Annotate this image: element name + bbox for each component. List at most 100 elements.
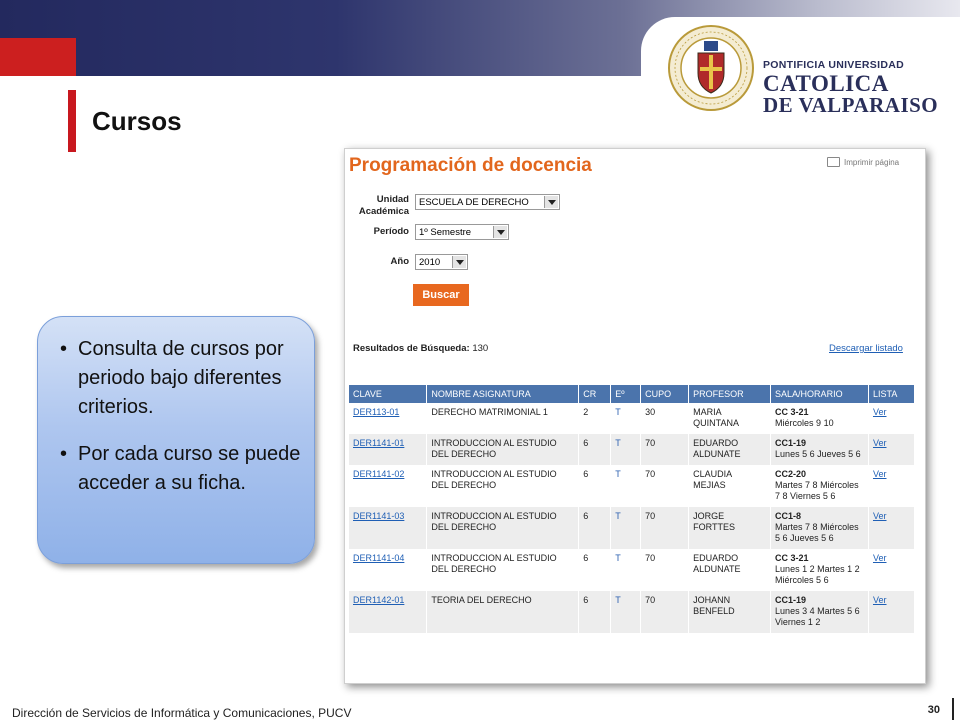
course-credits: 6 (578, 591, 612, 633)
table-row: DER1141-03 INTRODUCCION AL ESTUDIO DEL D… (349, 507, 916, 549)
course-capacity: 70 (640, 465, 690, 507)
periodo-select[interactable]: 1º Semestre (415, 224, 509, 240)
course-credits: 6 (578, 465, 612, 507)
course-schedule: CC1-19 Lunes 3 4 Martes 5 6 Viernes 1 2 (770, 591, 869, 633)
view-list-link[interactable]: Ver (873, 553, 887, 563)
view-list-link[interactable]: Ver (873, 595, 887, 605)
course-name: INTRODUCCION AL ESTUDIO DEL DERECHO (426, 465, 580, 507)
room: CC1-8 (775, 511, 802, 521)
unidad-select[interactable]: ESCUELA DE DERECHO (415, 194, 560, 210)
column-header: CUPO (640, 385, 690, 403)
course-capacity: 70 (640, 549, 690, 591)
callout-bullet: Consulta de cursos por periodo bajo dife… (58, 335, 306, 422)
course-professor: JORGE FORTTES (688, 507, 772, 549)
course-schedule: CC1-8 Martes 7 8 Miércoles 5 6 Jueves 5 6 (770, 507, 869, 549)
course-schedule: CC2-20 Martes 7 8 Miércoles 7 8 Viernes 5… (770, 465, 869, 507)
course-capacity: 30 (640, 403, 690, 434)
chevron-down-icon (452, 256, 466, 268)
course-type: T (610, 591, 642, 633)
schedule-times: Miércoles 9 10 (775, 418, 834, 428)
view-list-link[interactable]: Ver (873, 407, 887, 417)
column-header: PROFESOR (688, 385, 772, 403)
title-accent-bar (68, 90, 76, 152)
university-name-line3: DE VALPARAISO (763, 93, 939, 117)
anio-select[interactable]: 2010 (415, 254, 468, 270)
chevron-down-icon (544, 196, 558, 208)
info-callout: Consulta de cursos por periodo bajo dife… (37, 316, 315, 564)
course-professor: EDUARDO ALDUNATE (688, 549, 772, 591)
print-link[interactable]: Imprimir página (827, 157, 899, 167)
column-header: NOMBRE ASIGNATURA (426, 385, 580, 403)
unidad-label-1: Unidad (376, 194, 409, 205)
column-header: SALA/HORARIO (770, 385, 869, 403)
university-name-line1: PONTIFICIA UNIVERSIDAD (763, 59, 904, 71)
table-header-row: CLAVE NOMBRE ASIGNATURA CR Eº CUPO PROFE… (349, 385, 916, 403)
column-header: CR (578, 385, 612, 403)
column-header: CLAVE (349, 385, 428, 403)
course-professor: JOHANN BENFELD (688, 591, 772, 633)
room: CC2-20 (775, 469, 807, 479)
unidad-select-value: ESCUELA DE DERECHO (419, 197, 529, 208)
course-credits: 2 (578, 403, 612, 434)
course-capacity: 70 (640, 591, 690, 633)
schedule-times: Lunes 5 6 Jueves 5 6 (775, 449, 861, 459)
course-name: TEORIA DEL DERECHO (426, 591, 580, 633)
chevron-down-icon (493, 226, 507, 238)
course-code-link[interactable]: DER1141-02 (353, 469, 404, 479)
course-code-link[interactable]: DER1141-01 (353, 438, 404, 448)
course-code-link[interactable]: DER1141-03 (353, 511, 404, 521)
course-capacity: 70 (640, 507, 690, 549)
slide-title: Cursos (92, 106, 182, 136)
room: CC1-19 (775, 438, 807, 448)
course-name: DERECHO MATRIMONIAL 1 (426, 403, 580, 434)
table-row: DER1141-02 INTRODUCCION AL ESTUDIO DEL D… (349, 465, 916, 507)
course-capacity: 70 (640, 434, 690, 465)
university-logo: PONTIFICIA UNIVERSIDAD CATOLICA DE VALPA… (641, 17, 960, 147)
schedule-times: Lunes 3 4 Martes 5 6 Viernes 1 2 (775, 606, 860, 627)
room: CC1-19 (775, 595, 807, 605)
results-label: Resultados de Búsqueda: (353, 343, 470, 354)
column-header: Eº (610, 385, 642, 403)
unidad-label-2: Académica (358, 206, 409, 217)
course-type: T (610, 507, 642, 549)
printer-icon (827, 157, 840, 167)
download-link[interactable]: Descargar listado (829, 343, 903, 354)
course-type: T (610, 434, 642, 465)
course-name: INTRODUCCION AL ESTUDIO DEL DERECHO (426, 434, 580, 465)
course-type: T (610, 549, 642, 591)
course-schedule: CC 3-21 Miércoles 9 10 (770, 403, 869, 434)
schedule-times: Martes 7 8 Miércoles 5 6 Jueves 5 6 (775, 522, 859, 543)
anio-label: Año (390, 256, 409, 267)
course-code-link[interactable]: DER1141-04 (353, 553, 404, 563)
course-type: T (610, 403, 642, 434)
room: CC 3-21 (775, 553, 809, 563)
page-title: Programación de docencia (349, 155, 592, 176)
view-list-link[interactable]: Ver (873, 438, 887, 448)
course-professor: CLAUDIA MEJIAS (688, 465, 772, 507)
course-schedule: CC1-19 Lunes 5 6 Jueves 5 6 (770, 434, 869, 465)
schedule-times: Martes 7 8 Miércoles 7 8 Viernes 5 6 (775, 480, 859, 501)
results-summary: Resultados de Búsqueda: 130 (353, 343, 488, 354)
periodo-label: Período (373, 226, 409, 237)
results-count: 130 (472, 343, 489, 354)
course-code-link[interactable]: DER113-01 (353, 407, 399, 417)
course-credits: 6 (578, 434, 612, 465)
callout-bullet: Por cada curso se puede acceder a su fic… (58, 440, 306, 498)
view-list-link[interactable]: Ver (873, 511, 887, 521)
table-row: DER113-01 DERECHO MATRIMONIAL 1 2 T 30 M… (349, 403, 916, 434)
column-header: LISTA (868, 385, 916, 403)
table-row: DER1141-01 INTRODUCCION AL ESTUDIO DEL D… (349, 434, 916, 465)
view-list-link[interactable]: Ver (873, 469, 887, 479)
course-code-link[interactable]: DER1142-01 (353, 595, 404, 605)
course-credits: 6 (578, 507, 612, 549)
courses-table: CLAVE NOMBRE ASIGNATURA CR Eº CUPO PROFE… (349, 385, 916, 633)
course-name: INTRODUCCION AL ESTUDIO DEL DERECHO (426, 507, 580, 549)
schedule-times: Lunes 1 2 Martes 1 2 Miércoles 5 6 (775, 564, 860, 585)
page-number: 30 (927, 704, 940, 716)
course-credits: 6 (578, 549, 612, 591)
table-row: DER1141-04 INTRODUCCION AL ESTUDIO DEL D… (349, 549, 916, 591)
course-professor: MARIA QUINTANA (688, 403, 772, 434)
search-button[interactable]: Buscar (413, 284, 469, 306)
page-number-divider (952, 698, 954, 720)
course-schedule: CC 3-21 Lunes 1 2 Martes 1 2 Miércoles 5 … (770, 549, 869, 591)
